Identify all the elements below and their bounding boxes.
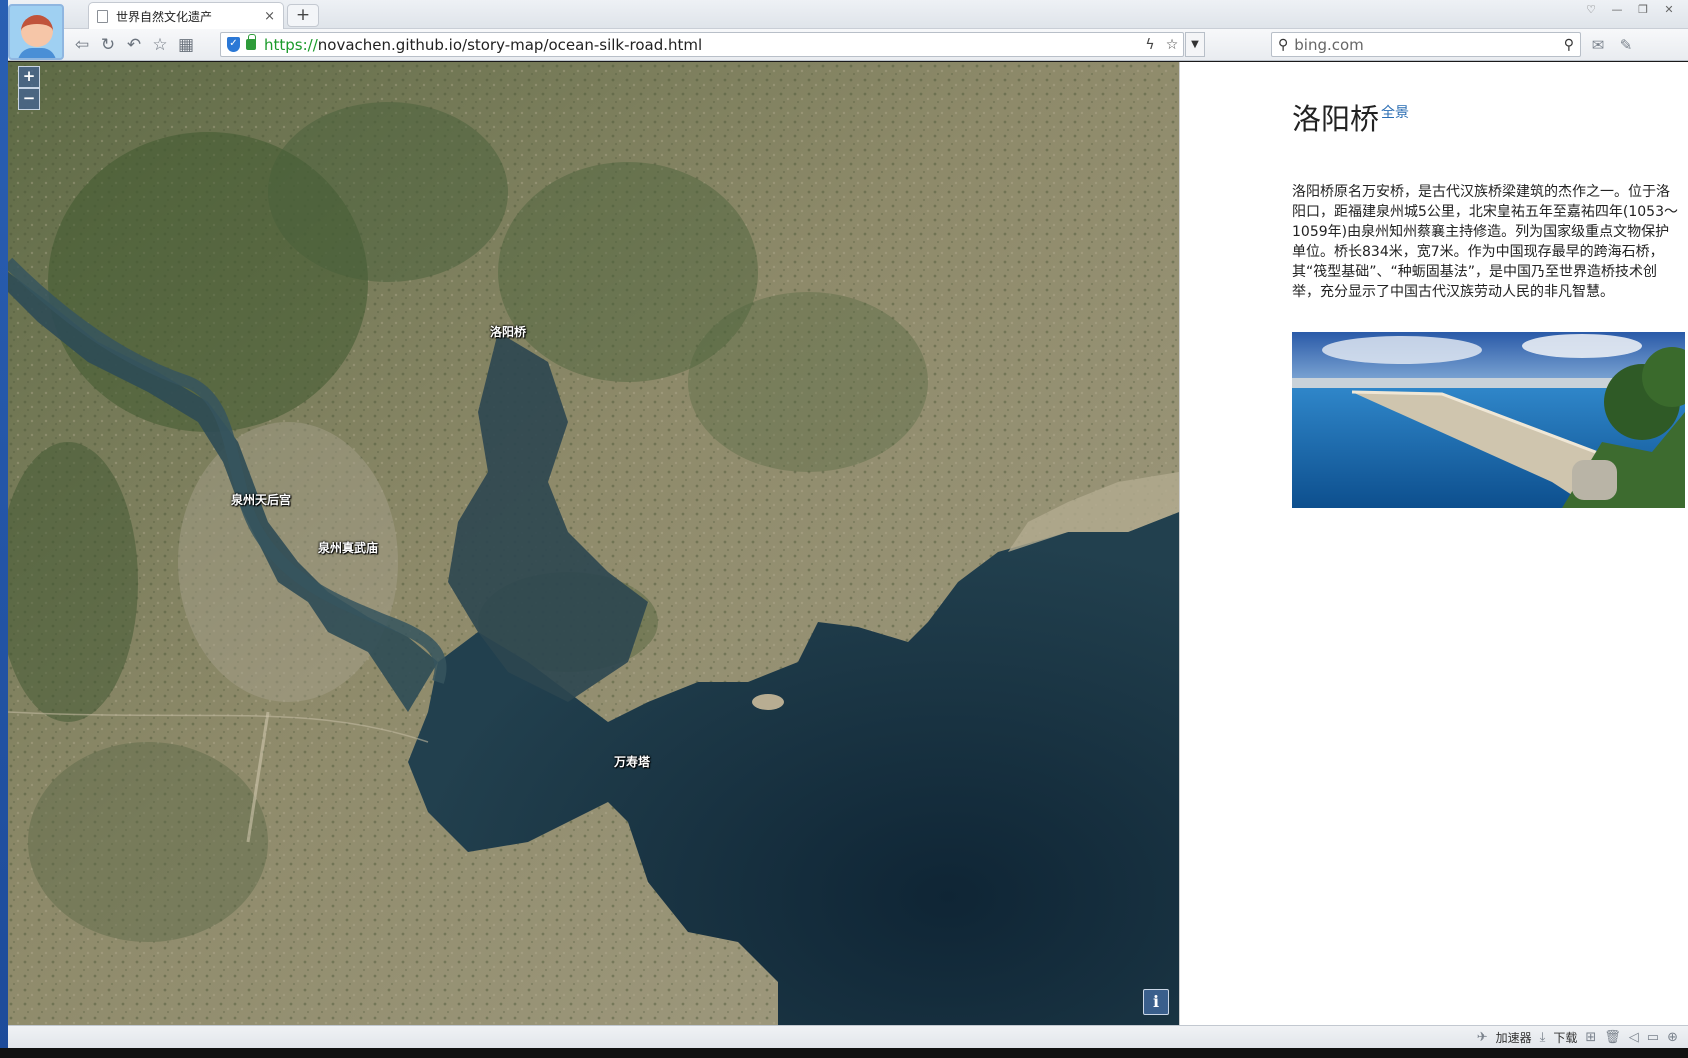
url-text[interactable]: https://novachen.github.io/story-map/oce… (264, 36, 1139, 54)
navigation-bar: ⇦ ↻ ↶ ☆ ▦ ✓ https://novachen.github.io/s… (8, 29, 1688, 61)
user-avatar[interactable] (8, 4, 64, 60)
search-input[interactable]: bing.com (1294, 36, 1563, 54)
tab-active[interactable]: 世界自然文化遗产 × (88, 2, 284, 29)
taskbar-edge (0, 1048, 1688, 1058)
new-tab-button[interactable]: + (287, 4, 319, 27)
zoom-icon[interactable]: ⊕ (1667, 1030, 1678, 1045)
map-label-wanshou-pagoda[interactable]: 万寿塔 (614, 753, 650, 770)
window-controls: ♡ — ❐ ✕ (1580, 2, 1680, 18)
skin-icon[interactable]: ♡ (1580, 2, 1602, 18)
map-label-zhenwu-temple[interactable]: 泉州真武庙 (318, 539, 378, 556)
search-box[interactable]: ⚲ bing.com ⚲ (1271, 32, 1581, 57)
desktop-edge (0, 0, 8, 1058)
panel-title: 洛阳桥 (1292, 102, 1380, 136)
search-icon: ⚲ (1278, 36, 1289, 53)
download-icon[interactable]: ⤓ (1540, 1030, 1546, 1045)
volume-icon[interactable]: ◁ (1629, 1030, 1639, 1045)
tab-title: 世界自然文化遗产 (116, 9, 213, 24)
security-shield-icon: ✓ (227, 37, 240, 52)
story-panel: 洛阳桥 全景 洛阳桥原名万安桥，是古代汉族桥梁建筑的杰作之一。位于洛阳口，距福建… (1179, 62, 1688, 1025)
bridge-photo (1292, 332, 1685, 508)
apps-icon[interactable]: ▦ (174, 33, 198, 57)
mail-icon[interactable]: ✉ (1586, 33, 1610, 57)
full-view-link[interactable]: 全景 (1381, 102, 1409, 122)
tab-bar: 世界自然文化遗产 × + ♡ — ❐ ✕ (8, 0, 1688, 29)
status-tools: ✈ 加速器 ⤓ 下载 ⊞ 🗑 ◁ ▭ ⊕ (1477, 1029, 1678, 1046)
screen-icon[interactable]: ▭ (1647, 1030, 1659, 1045)
minimize-icon[interactable]: — (1606, 2, 1628, 18)
page-icon (97, 9, 108, 23)
favorites-icon[interactable]: ☆ (148, 33, 172, 57)
status-bar: ✈ 加速器 ⤓ 下载 ⊞ 🗑 ◁ ▭ ⊕ (8, 1025, 1688, 1048)
info-button[interactable]: i (1143, 989, 1169, 1015)
accelerator-icon[interactable]: ✈ (1477, 1030, 1488, 1045)
download-label[interactable]: 下载 (1553, 1029, 1577, 1046)
accelerator-label[interactable]: 加速器 (1496, 1029, 1532, 1046)
map-label-luoyang-bridge[interactable]: 洛阳桥 (490, 323, 526, 340)
satellite-map[interactable]: + − 洛阳桥 泉州天后宫 泉州真武庙 万寿塔 i (8, 62, 1179, 1025)
chevron-down-icon[interactable]: ▼ (1185, 32, 1205, 57)
bookmark-star-icon[interactable]: ☆ (1161, 37, 1183, 53)
restore-icon[interactable]: ❐ (1632, 2, 1654, 18)
search-button-icon[interactable]: ⚲ (1564, 37, 1574, 53)
undo-close-icon[interactable]: ↶ (122, 33, 146, 57)
tools-icon[interactable]: ✎ (1614, 33, 1638, 57)
lock-icon (246, 34, 256, 50)
trash-icon[interactable]: 🗑 (1604, 1030, 1621, 1045)
add-icon[interactable]: ⊞ (1585, 1030, 1596, 1045)
speed-mode-icon[interactable]: ϟ (1139, 37, 1161, 53)
refresh-icon[interactable]: ↻ (96, 33, 120, 57)
close-window-icon[interactable]: ✕ (1658, 2, 1680, 18)
map-imagery (8, 62, 1179, 1025)
zoom-out-button[interactable]: − (18, 88, 40, 110)
browser-window: 世界自然文化遗产 × + ♡ — ❐ ✕ ⇦ ↻ ↶ ☆ ▦ ✓ https:/… (0, 0, 1688, 1058)
address-bar[interactable]: ✓ https://novachen.github.io/story-map/o… (220, 32, 1184, 57)
map-label-tianhou-temple[interactable]: 泉州天后宫 (231, 491, 291, 508)
back-icon[interactable]: ⇦ (70, 33, 94, 57)
panel-description: 洛阳桥原名万安桥，是古代汉族桥梁建筑的杰作之一。位于洛阳口，距福建泉州城5公里，… (1292, 184, 1678, 300)
zoom-in-button[interactable]: + (18, 66, 40, 88)
tab-close-icon[interactable]: × (264, 9, 275, 24)
panel-header: 洛阳桥 全景 (1292, 96, 1409, 138)
